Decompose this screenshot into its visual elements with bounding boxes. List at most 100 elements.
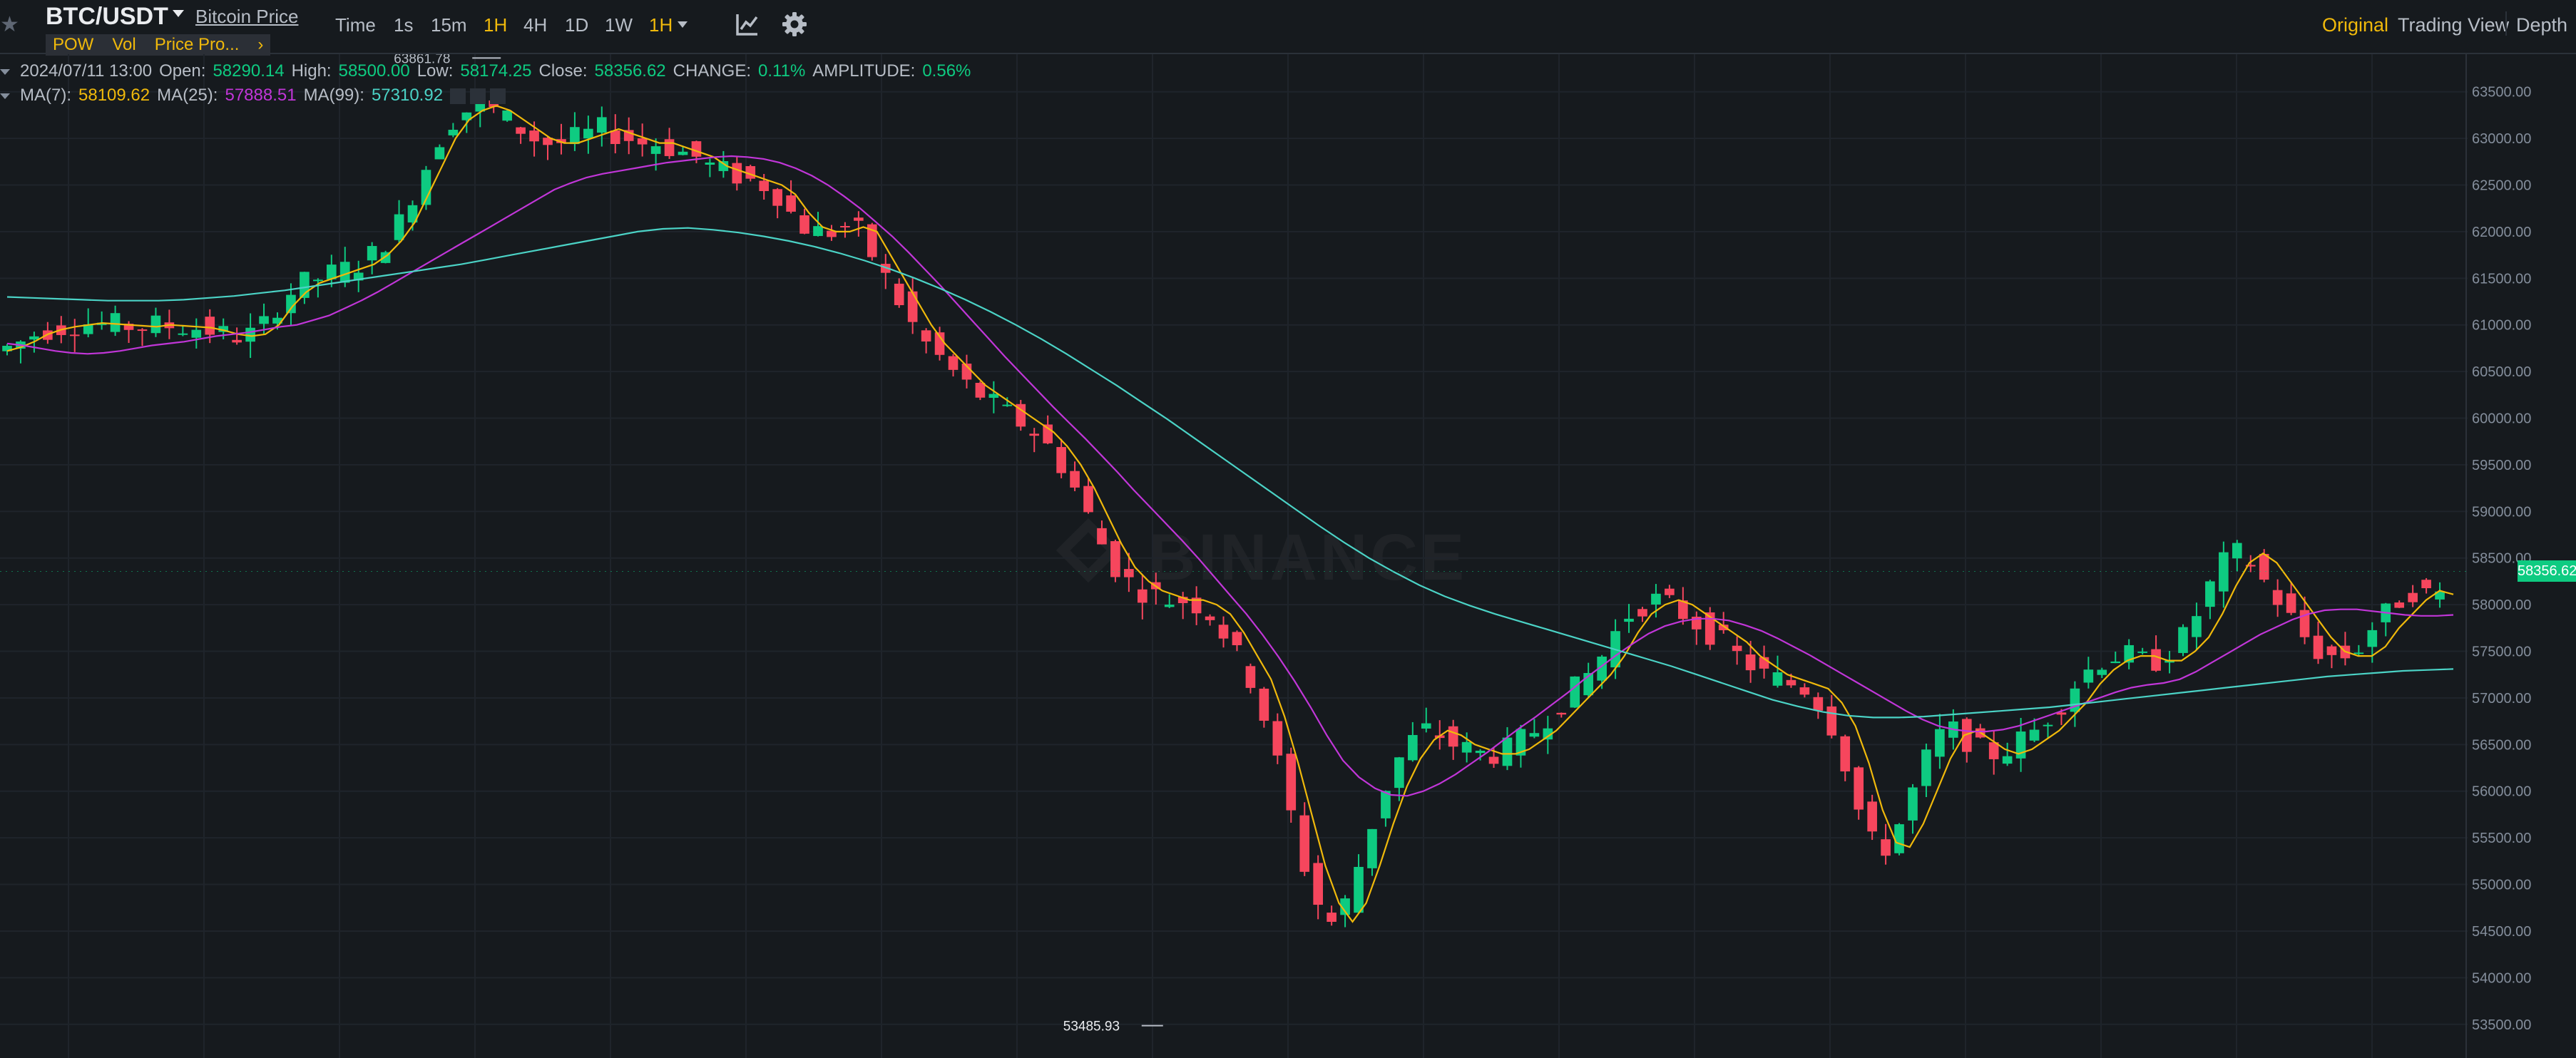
candle-body-down — [772, 189, 782, 206]
ohlc-legend: 2024/07/11 13:00 Open: 58290.14 High: 58500.… — [0, 61, 978, 81]
timeframe-15m[interactable]: 15m — [431, 14, 467, 36]
candle-body-up — [1002, 404, 1013, 406]
tag-pow[interactable]: POW — [53, 35, 93, 55]
candle-body-down — [691, 141, 702, 157]
candle-body-up — [394, 214, 404, 240]
price-axis-label: 62000.00 — [2472, 225, 2531, 240]
candle-body-down — [854, 217, 864, 221]
candle-body-down — [2394, 602, 2405, 608]
candle-body-up — [448, 130, 459, 135]
ma-visibility-icon[interactable] — [450, 88, 466, 104]
timeframe-1w[interactable]: 1W — [605, 14, 633, 36]
tag-vol[interactable]: Vol — [112, 35, 136, 55]
indicators-chart-icon[interactable] — [735, 11, 760, 37]
candle-body-up — [1408, 734, 1418, 761]
low-value: 58174.25 — [460, 61, 532, 81]
candle-body-down — [2272, 590, 2283, 605]
candle-body-down — [1745, 654, 1756, 671]
ma7-value: 58109.62 — [78, 86, 150, 105]
candle-body-up — [2097, 669, 2107, 675]
candlestick-chart[interactable]: 63500.00 63000.00 62500.00 62000.00 61500.00… — [0, 54, 2576, 1058]
ohlc-legend-caret-icon[interactable] — [0, 68, 10, 75]
symbol-dropdown-caret-icon[interactable] — [173, 10, 184, 17]
price-axis-label: 59000.00 — [2472, 504, 2531, 520]
candle-body-up — [178, 333, 188, 335]
candle-body-down — [1272, 721, 1283, 756]
view-divider — [2505, 11, 2507, 36]
candle-body-down — [1826, 706, 1837, 736]
ma-line-ma99 — [6, 227, 2454, 719]
candle-body-up — [1164, 605, 1175, 607]
candle-body-up — [1935, 729, 1945, 757]
candle-body-up — [434, 147, 445, 160]
candle-body-up — [2353, 652, 2364, 654]
candle-body-up — [1394, 757, 1404, 789]
view-depth[interactable]: Depth — [2516, 14, 2567, 36]
candle-body-up — [2192, 616, 2202, 637]
timeframe-1h[interactable]: 1H — [484, 14, 507, 36]
candle-body-up — [2029, 729, 2040, 741]
candle-body-up — [813, 226, 823, 237]
settings-gear-icon[interactable] — [782, 11, 807, 37]
ma25-value: 57888.51 — [225, 86, 297, 105]
candle-body-down — [1637, 609, 1647, 617]
timeframe-4h[interactable]: 4H — [523, 14, 547, 36]
timeframe-more-dropdown[interactable]: 1H — [649, 14, 673, 36]
timeframe-dropdown-caret-icon[interactable] — [678, 21, 688, 28]
candle-body-down — [732, 163, 742, 184]
price-axis-label: 63000.00 — [2472, 131, 2531, 147]
view-trading-view[interactable]: Trading View — [2398, 14, 2509, 36]
timeframe-time[interactable]: Time — [335, 14, 376, 36]
view-original[interactable]: Original — [2322, 14, 2388, 36]
price-axis-label: 56500.00 — [2472, 737, 2531, 753]
candle-body-up — [110, 313, 121, 332]
timeframe-1s[interactable]: 1s — [394, 14, 413, 36]
candle-body-down — [1097, 528, 1107, 545]
high-label: High: — [291, 61, 332, 81]
candle-body-down — [759, 180, 770, 191]
candle-body-up — [1502, 737, 1513, 766]
candle-body-down — [1218, 625, 1229, 639]
candle-body-down — [1232, 632, 1242, 646]
candle-body-up — [191, 329, 202, 338]
candle-body-down — [975, 382, 986, 398]
timeframe-1d[interactable]: 1D — [565, 14, 588, 36]
ma-legend-caret-icon[interactable] — [0, 93, 10, 99]
candle-body-up — [1461, 741, 1472, 753]
candle-body-up — [259, 316, 269, 324]
favorite-star-icon[interactable]: ★ — [0, 14, 19, 36]
candle-body-down — [799, 215, 809, 234]
candle-body-down — [840, 226, 850, 228]
candle-body-down — [1556, 712, 1567, 715]
symbol-title[interactable]: BTC/USDT — [46, 3, 168, 31]
candle-body-down — [516, 127, 526, 134]
candle-body-up — [1651, 593, 1661, 605]
tags-more-chevron-icon[interactable]: › — [257, 35, 263, 55]
price-axis-label: 53500.00 — [2472, 1017, 2531, 1033]
candle-body-down — [2421, 580, 2431, 589]
candle-body-up — [678, 151, 688, 155]
price-chart[interactable]: BINANCE 63500.0063000.0062500.0062000.00… — [0, 54, 2576, 1058]
ma-settings-icon[interactable] — [470, 88, 486, 104]
candle-body-up — [596, 117, 607, 133]
candle-body-up — [2110, 661, 2121, 664]
ma99-value: 57310.92 — [371, 86, 444, 105]
candle-body-down — [610, 130, 620, 145]
candle-body-down — [1205, 616, 1215, 620]
candle-body-down — [1732, 645, 1742, 652]
ma25-label: MA(25): — [157, 86, 218, 105]
chart-toolbar: ★ BTC/USDT Bitcoin Price POW Vol Price P… — [0, 0, 2576, 56]
candle-body-down — [1056, 447, 1066, 473]
candle-body-up — [1529, 733, 1540, 737]
candle-body-down — [2313, 635, 2324, 659]
candle-body-down — [1799, 687, 1810, 695]
candle-body-up — [339, 262, 350, 283]
ma-legend: MA(7): 58109.62 MA(25): 57888.51 MA(99): 5731… — [0, 86, 510, 106]
candle-body-down — [1448, 726, 1458, 747]
ma-close-icon[interactable] — [490, 88, 506, 104]
coin-info-link[interactable]: Bitcoin Price — [195, 6, 299, 28]
candle-body-up — [2002, 756, 2013, 764]
tag-price-protection[interactable]: Price Pro... — [155, 35, 240, 55]
candle-body-down — [2151, 649, 2161, 671]
change-label: CHANGE: — [673, 61, 752, 81]
